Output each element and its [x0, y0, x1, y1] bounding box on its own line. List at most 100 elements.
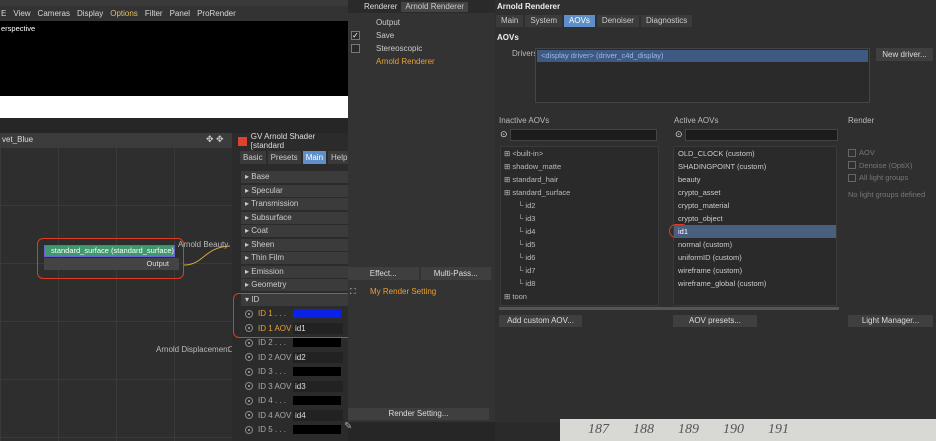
color-swatch[interactable] — [293, 338, 341, 347]
render-setting-item[interactable]: Output — [348, 16, 495, 29]
aov-name-field[interactable]: id4 — [293, 409, 343, 421]
color-swatch[interactable] — [293, 396, 341, 405]
keyframe-radio-icon[interactable] — [245, 353, 253, 361]
tab-denoiser[interactable]: Denoiser — [596, 15, 639, 27]
inactive-search-input[interactable] — [510, 128, 657, 141]
timeline-ruler[interactable]: 187 188 189 190 191 — [560, 419, 936, 441]
id-param-row[interactable]: ID 1 . . . — [241, 307, 348, 320]
checkbox[interactable] — [848, 161, 856, 169]
inactive-aov-item[interactable]: ⊞ <built-in> — [504, 148, 543, 159]
multipass-button[interactable]: Multi-Pass... — [420, 267, 491, 280]
tab-diagnostics[interactable]: Diagnostics — [640, 15, 693, 27]
keyframe-radio-icon[interactable] — [245, 338, 253, 347]
tab-aovs[interactable]: AOVs — [564, 15, 595, 27]
id-param-row[interactable]: ID 2 AOV id2 — [241, 351, 348, 364]
section-coat[interactable]: ▸ Coat — [241, 225, 348, 237]
id-param-row[interactable]: ID 5 . . . — [241, 423, 348, 436]
render-option[interactable]: All light groups — [848, 173, 908, 182]
menu-item-panel[interactable]: Panel — [170, 9, 190, 18]
tab-system[interactable]: System — [525, 15, 563, 27]
menu-item-prorender[interactable]: ProRender — [197, 9, 236, 18]
id-param-row[interactable]: ID 3 . . . — [241, 365, 348, 378]
inactive-aov-item[interactable]: ⊞ shadow_matte — [504, 161, 561, 172]
horizontal-scrollbar[interactable] — [499, 307, 839, 310]
section-transmission[interactable]: ▸ Transmission — [241, 198, 348, 210]
keyframe-radio-icon[interactable] — [245, 411, 253, 419]
aov-name-field[interactable]: id3 — [293, 380, 343, 392]
section-geometry[interactable]: ▸ Geometry — [241, 279, 348, 291]
renderer-dropdown[interactable]: Arnold Renderer — [401, 1, 469, 12]
section-id[interactable]: ▾ ID — [241, 294, 348, 306]
keyframe-radio-icon[interactable] — [245, 367, 253, 376]
section-thin-film[interactable]: ▸ Thin Film — [241, 252, 348, 264]
inactive-aov-item[interactable]: └ id4 — [518, 226, 535, 237]
checkbox[interactable]: ✓ — [351, 31, 360, 40]
arnold-displacement-port[interactable]: Arnold Displacement — [156, 345, 230, 354]
render-setting-item[interactable]: Stereoscopic — [348, 42, 495, 55]
color-swatch[interactable] — [293, 367, 341, 376]
tab-basic[interactable]: Basic — [240, 151, 266, 164]
aov-name-field[interactable]: id2 — [293, 351, 343, 363]
inactive-aov-item[interactable]: └ id3 — [518, 213, 535, 224]
color-swatch[interactable] — [293, 309, 341, 318]
my-render-setting-item[interactable]: ⛶ My Render Setting — [348, 286, 491, 298]
active-aov-item[interactable]: uniformID (custom) — [674, 251, 836, 264]
inactive-aov-item[interactable]: ⊞ standard_surface — [504, 187, 570, 198]
add-custom-aov-button[interactable]: Add custom AOV... — [499, 315, 582, 327]
menu-item-view[interactable]: View — [13, 9, 30, 18]
active-aov-item[interactable]: wireframe_global (custom) — [674, 277, 836, 290]
keyframe-radio-icon[interactable] — [245, 382, 253, 390]
id-param-row[interactable]: ID 4 . . . — [241, 394, 348, 407]
id-param-row[interactable]: ID 3 AOV id3 — [241, 380, 348, 393]
tab-presets[interactable]: Presets — [267, 151, 301, 164]
render-setting-button[interactable]: Render Setting... — [348, 408, 489, 420]
inactive-aov-item[interactable]: ⊞ standard_hair — [504, 174, 558, 185]
render-option[interactable]: Denoise (OptiX) — [848, 161, 912, 170]
light-manager-button[interactable]: Light Manager... — [848, 315, 933, 327]
id-param-row[interactable]: ID 1 AOV id1 — [241, 322, 348, 335]
active-aov-item[interactable]: beauty — [674, 173, 836, 186]
active-aov-item[interactable]: wireframe (custom) — [674, 264, 836, 277]
section-subsurface[interactable]: ▸ Subsurface — [241, 211, 348, 224]
inactive-aov-item[interactable]: └ id2 — [518, 200, 535, 211]
checkbox[interactable] — [351, 44, 360, 53]
active-aov-item[interactable]: normal (custom) — [674, 238, 836, 251]
color-swatch[interactable] — [293, 425, 341, 434]
inactive-aov-item[interactable]: └ id8 — [518, 278, 535, 289]
render-setting-item[interactable]: Arnold Renderer — [348, 55, 495, 68]
tab-main[interactable]: Main — [496, 15, 524, 27]
standard-surface-node[interactable]: standard_surface (standard_surface) — [44, 245, 175, 257]
id-param-row[interactable]: ID 2 . . . — [241, 336, 348, 349]
render-option[interactable]: AOV — [848, 148, 875, 157]
checkbox[interactable] — [848, 173, 856, 182]
keyframe-radio-icon[interactable] — [245, 324, 253, 332]
effect-button[interactable]: Effect... — [348, 267, 419, 280]
render-setting-item[interactable]: ✓ Save — [348, 29, 495, 42]
active-aov-item[interactable]: SHADINGPOINT (custom) — [674, 160, 836, 173]
viewport-canvas[interactable] — [0, 21, 348, 96]
active-aov-item[interactable]: crypto_asset — [674, 186, 836, 199]
inactive-aov-item[interactable]: ⊞ toon — [504, 291, 527, 302]
tab-main[interactable]: Main — [302, 151, 327, 164]
checkbox[interactable] — [848, 148, 856, 157]
menu-item-cameras[interactable]: Cameras — [38, 9, 70, 18]
aov-name-field[interactable]: id1 — [293, 322, 343, 334]
driver-row[interactable]: <display driver> (driver_c4d_display) — [537, 50, 868, 62]
menu-item-e[interactable]: E — [1, 9, 6, 18]
section-base[interactable]: ▸ Base — [241, 171, 348, 183]
active-aov-item[interactable]: crypto_object — [674, 212, 836, 225]
node-output-port[interactable]: Output — [44, 258, 179, 270]
node-editor-canvas[interactable] — [0, 147, 232, 441]
section-sheen[interactable]: ▸ Sheen — [241, 238, 348, 251]
section-specular[interactable]: ▸ Specular — [241, 184, 348, 197]
section-emission[interactable]: ▸ Emission — [241, 265, 348, 278]
menu-item-filter[interactable]: Filter — [145, 9, 163, 18]
move-icon[interactable]: ✥ ✥ — [206, 134, 224, 145]
inactive-aov-item[interactable]: └ id7 — [518, 265, 535, 276]
keyframe-radio-icon[interactable] — [245, 425, 253, 434]
id-param-row[interactable]: ID 4 AOV id4 — [241, 409, 348, 422]
aov-presets-button[interactable]: AOV presets... — [673, 315, 757, 327]
active-search-input[interactable] — [685, 128, 838, 141]
menu-item-options[interactable]: Options — [110, 9, 138, 18]
keyframe-radio-icon[interactable] — [245, 396, 253, 405]
